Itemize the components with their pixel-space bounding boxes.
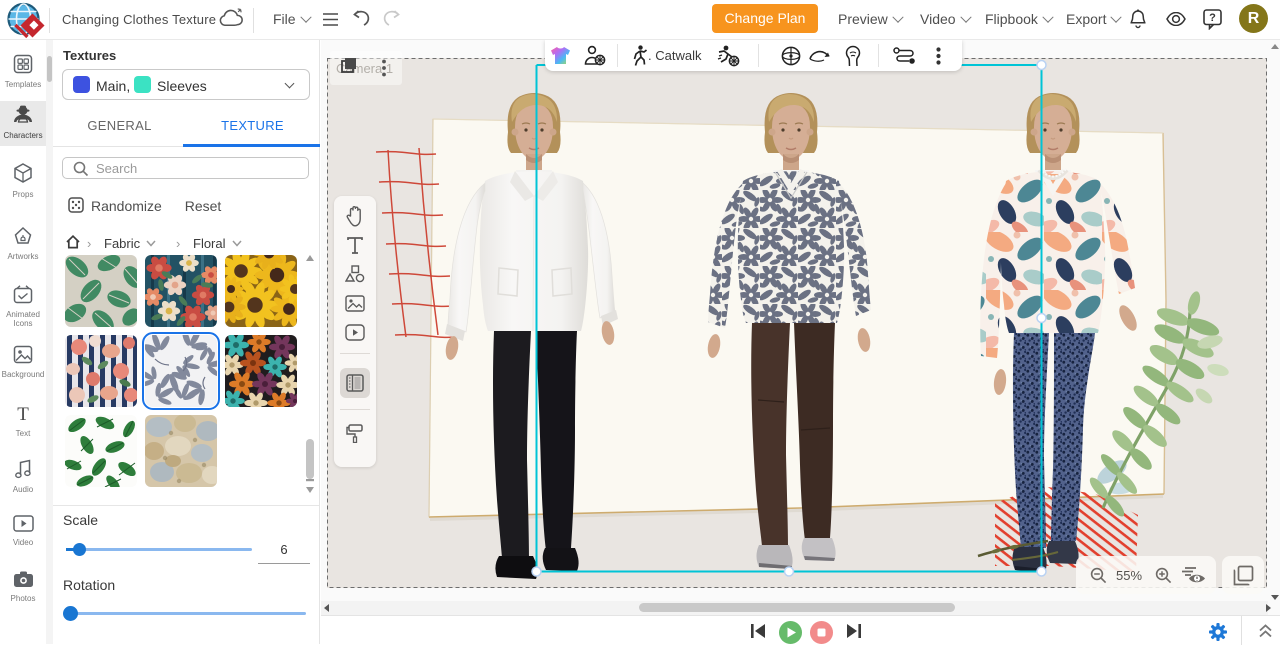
svg-text:T: T (17, 404, 29, 423)
svg-text:?: ? (1209, 12, 1216, 24)
